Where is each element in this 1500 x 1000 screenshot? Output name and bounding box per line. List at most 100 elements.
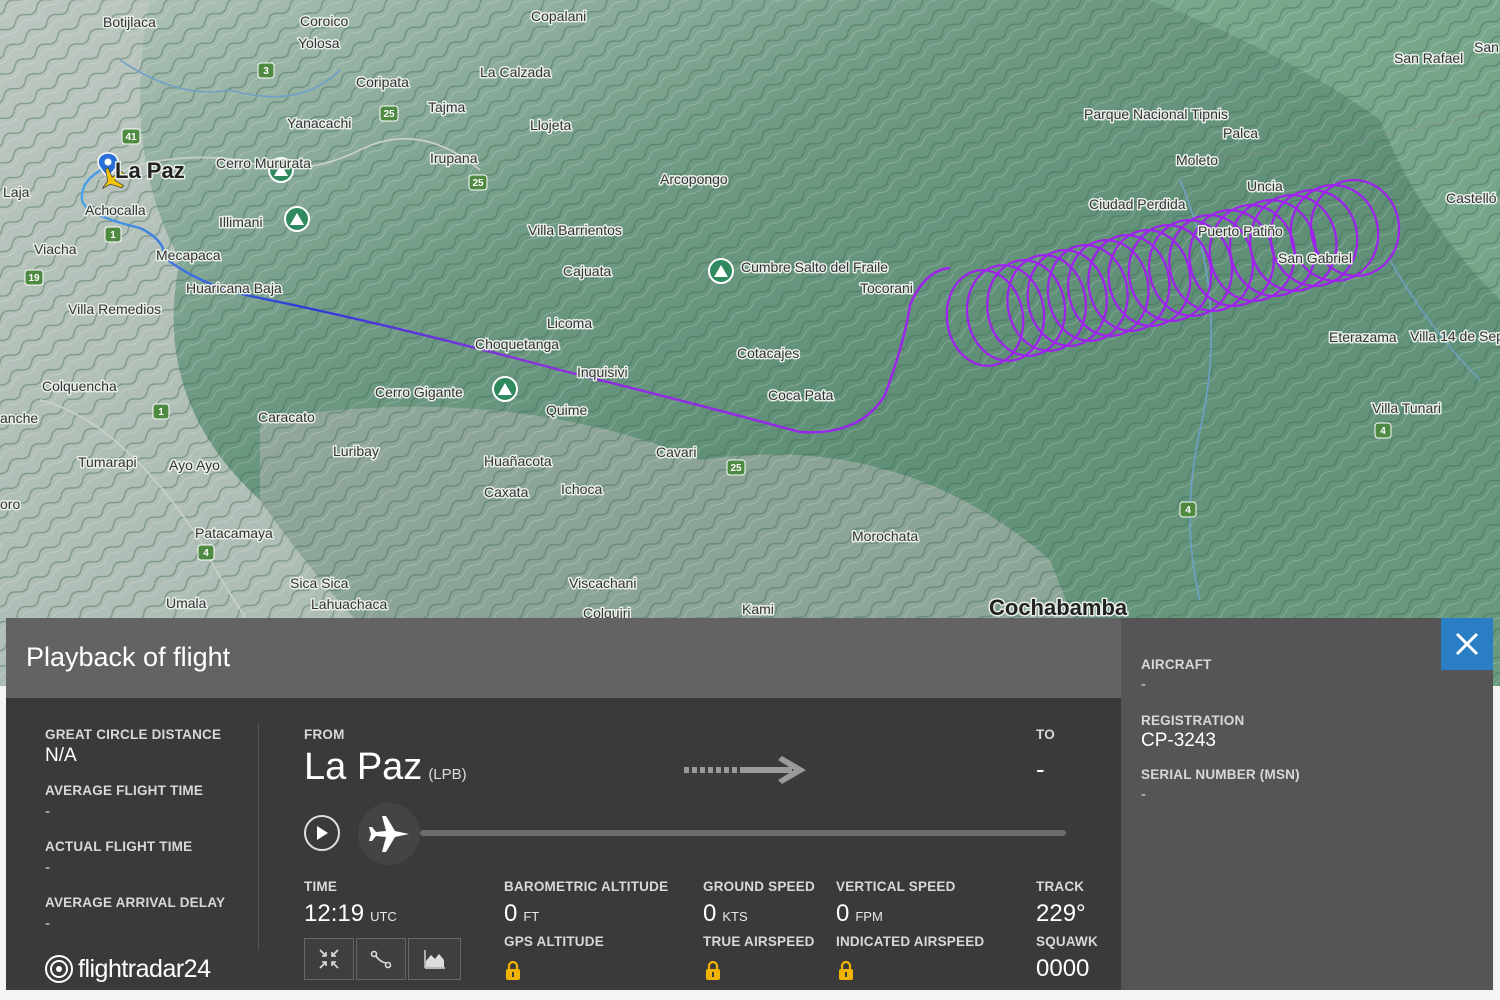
collapse-button[interactable] (304, 938, 354, 980)
map-label: Villa Remedios (68, 301, 161, 317)
map-label: Llojeta (530, 117, 571, 133)
logo-text: flightradar24 (78, 954, 211, 983)
road-number: 41 (125, 132, 137, 143)
map-label: Sica Sica (290, 575, 349, 591)
map-label: Viacha (34, 241, 77, 257)
time-value: 12:19 UTC (304, 900, 397, 928)
vert-unit: FPM (855, 909, 883, 924)
map-label: Cajuata (563, 263, 611, 279)
map-label: Inquisivi (577, 364, 628, 380)
map-label: Huañacota (484, 453, 552, 469)
playback-timeline[interactable] (420, 830, 1066, 836)
map-label: Mecapaca (156, 247, 221, 263)
from-city-name: La Paz (304, 746, 423, 788)
gps-altitude-label: GPS ALTITUDE (504, 934, 604, 949)
baro-number: 0 (504, 900, 518, 927)
playback-panel: Playback of flight GREAT CIRCLE DISTANCE… (6, 618, 1493, 990)
from-label: FROM (304, 727, 345, 742)
map-label: Uncia (1247, 178, 1283, 194)
map-label: Villa Barrientos (528, 222, 622, 238)
map-label: Achocalla (85, 202, 146, 218)
road-number: 4 (1185, 505, 1191, 516)
ground-number: 0 (703, 900, 717, 927)
map-label: anche (0, 410, 38, 426)
map-label: Kami (742, 601, 774, 617)
peak-icon (284, 206, 310, 232)
road-number: 25 (383, 109, 395, 120)
map-label: Tumarapi (78, 454, 137, 470)
altitude-chart-icon (423, 950, 445, 969)
map-label: Eterazama (1329, 329, 1397, 345)
map-label: Coca Pata (768, 387, 834, 403)
time-unit: UTC (370, 909, 397, 924)
actual-flight-time-value: - (45, 859, 50, 876)
map-label: Yolosa (298, 35, 340, 51)
squawk-value: 0000 (1036, 955, 1090, 982)
map-label: Ayo Ayo (169, 457, 220, 473)
map-label: La Calzada (480, 64, 551, 80)
panel-title: Playback of flight (26, 642, 231, 672)
map-label: Viscachani (569, 575, 636, 591)
flightradar24-logo[interactable]: flightradar24 (44, 954, 211, 984)
map-label: Cumbre Salto del Fraile (741, 259, 888, 275)
time-number: 12:19 (304, 900, 365, 927)
map-label: Villa Tunari (1372, 400, 1441, 416)
map-label: Parque Nacional Tipnis (1084, 106, 1228, 122)
map-label: Colquencha (42, 378, 117, 394)
lock-icon[interactable] (705, 960, 721, 980)
collapse-icon (319, 949, 339, 969)
map-label: Morochata (852, 528, 918, 544)
baro-altitude-label: BAROMETRIC ALTITUDE (504, 879, 669, 894)
altitude-chart-button[interactable] (408, 938, 461, 980)
actual-flight-time-label: ACTUAL FLIGHT TIME (45, 839, 193, 854)
map-label: Yanacachi (287, 115, 351, 131)
time-label: TIME (304, 879, 338, 894)
timeline-handle[interactable] (358, 803, 420, 865)
map-label: Cerro Gigante (375, 384, 463, 400)
vert-number: 0 (836, 900, 850, 927)
to-value: - (1036, 754, 1045, 784)
map-label-city: La Paz (115, 158, 185, 183)
map-label: Quime (546, 402, 587, 418)
road-number: 4 (1380, 426, 1386, 437)
play-button[interactable] (304, 815, 340, 851)
map-label: Coripata (356, 74, 409, 90)
close-button[interactable] (1441, 618, 1493, 670)
map-label: Tajma (428, 99, 466, 115)
map-label: Castelló (1446, 190, 1497, 206)
map-label: Luribay (333, 443, 379, 459)
map-label: Ciudad Perdida (1089, 196, 1186, 212)
map-label: Arcopongo (660, 171, 728, 187)
ground-speed-value: 0 KTS (703, 900, 748, 928)
lock-icon[interactable] (838, 960, 854, 980)
from-city: La Paz (LPB) (304, 746, 467, 789)
vertical-speed-label: VERTICAL SPEED (836, 879, 956, 894)
baro-altitude-value: 0 FT (504, 900, 539, 928)
plane-icon (369, 816, 409, 852)
map-label: Irupana (430, 150, 478, 166)
map-label: Choquetanga (475, 336, 559, 352)
map-label: oro (0, 496, 20, 512)
from-airport-code: (LPB) (428, 766, 467, 783)
lock-icon[interactable] (505, 960, 521, 980)
map[interactable]: 3 41 25 25 1 19 1 4 25 4 4 Botijlaca Cor… (0, 0, 1500, 686)
road-number: 4 (203, 548, 209, 559)
ground-speed-label: GROUND SPEED (703, 879, 815, 894)
column-divider (258, 724, 259, 950)
vertical-speed-value: 0 FPM (836, 900, 883, 928)
road-number: 1 (158, 407, 164, 418)
road-number: 19 (28, 273, 40, 284)
play-icon (317, 826, 328, 840)
route-button[interactable] (356, 938, 406, 980)
aircraft-value: - (1141, 676, 1146, 693)
close-icon (1455, 632, 1479, 656)
map-label: Cavari (656, 444, 696, 460)
avg-arrival-delay-value: - (45, 915, 50, 932)
road-number: 3 (263, 66, 269, 77)
road-number: 1 (110, 230, 116, 241)
map-label: Umala (166, 595, 207, 611)
map-label: Illimani (219, 214, 263, 230)
map-label: Botijlaca (103, 14, 156, 30)
map-label: Lahuachaca (311, 596, 388, 612)
map-label: Cerro Mururata (216, 155, 311, 171)
